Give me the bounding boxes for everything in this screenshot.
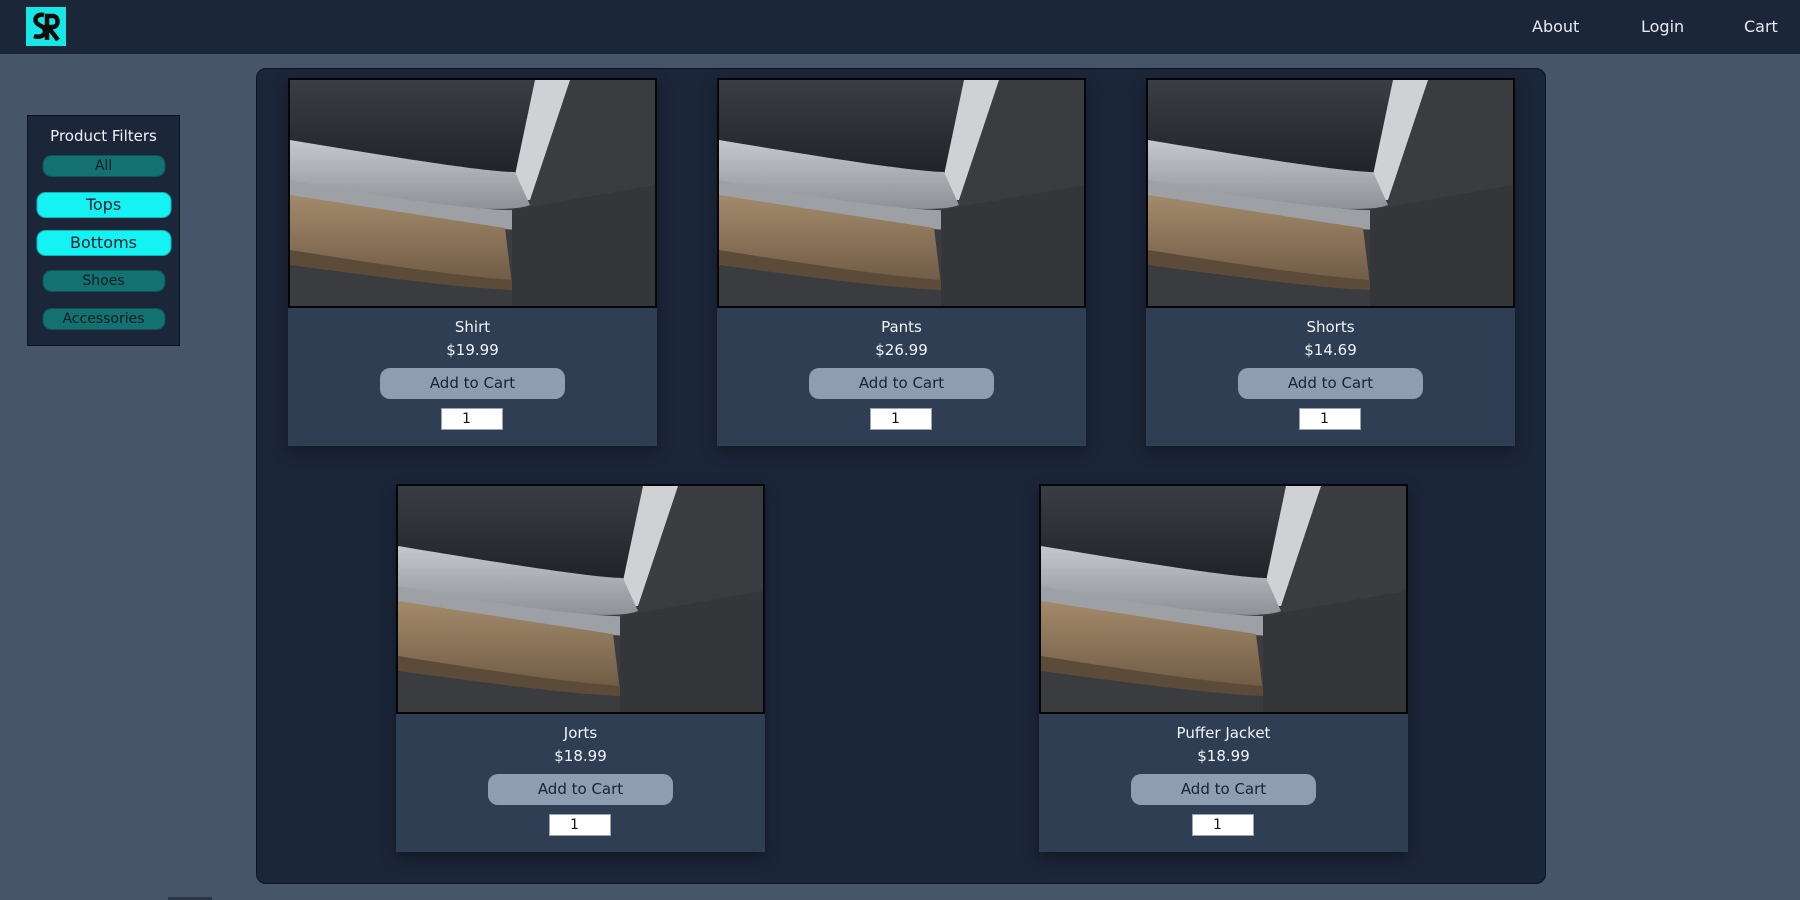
- product-card-body: Puffer Jacket $18.99 Add to Cart: [1039, 714, 1408, 852]
- quantity-input[interactable]: [549, 814, 611, 836]
- quantity-input[interactable]: [1192, 814, 1254, 836]
- product-card-body: Shorts $14.69 Add to Cart: [1146, 308, 1515, 446]
- product-image: [1146, 78, 1515, 308]
- product-image: [288, 78, 657, 308]
- product-name: Jorts: [563, 724, 598, 742]
- product-image: [396, 484, 765, 714]
- filter-shoes-button[interactable]: Shoes: [42, 270, 165, 292]
- filter-tops-button[interactable]: Tops: [36, 192, 171, 218]
- product-card: Puffer Jacket $18.99 Add to Cart: [1039, 484, 1408, 852]
- add-to-cart-button[interactable]: Add to Cart: [488, 774, 673, 805]
- product-name: Shirt: [454, 318, 491, 336]
- nav-login-link[interactable]: Login: [1641, 17, 1684, 36]
- add-to-cart-button[interactable]: Add to Cart: [1238, 368, 1423, 399]
- top-navbar: About Login Cart: [0, 0, 1800, 54]
- filter-bottoms-button[interactable]: Bottoms: [36, 230, 171, 256]
- product-price: $18.99: [1197, 747, 1250, 765]
- product-card: Pants $26.99 Add to Cart: [717, 78, 1086, 446]
- nav-cart-link[interactable]: Cart: [1744, 17, 1778, 36]
- filter-all-button[interactable]: All: [42, 155, 165, 177]
- nav-about-link[interactable]: About: [1532, 17, 1579, 36]
- quantity-input[interactable]: [441, 408, 503, 430]
- product-name: Puffer Jacket: [1176, 724, 1271, 742]
- product-card-body: Jorts $18.99 Add to Cart: [396, 714, 765, 852]
- product-price: $18.99: [554, 747, 607, 765]
- product-image: [1039, 484, 1408, 714]
- add-to-cart-button[interactable]: Add to Cart: [1131, 774, 1316, 805]
- add-to-cart-button[interactable]: Add to Cart: [380, 368, 565, 399]
- product-name: Pants: [881, 318, 922, 336]
- logo-icon: [33, 12, 60, 41]
- quantity-input[interactable]: [1299, 408, 1361, 430]
- product-filters-title: Product Filters: [50, 127, 157, 145]
- product-price: $14.69: [1304, 341, 1357, 359]
- product-card-body: Pants $26.99 Add to Cart: [717, 308, 1086, 446]
- product-card: Shorts $14.69 Add to Cart: [1146, 78, 1515, 446]
- product-card: Shirt $19.99 Add to Cart: [288, 78, 657, 446]
- product-name: Shorts: [1306, 318, 1355, 336]
- filter-accessories-button[interactable]: Accessories: [42, 308, 165, 330]
- product-card-body: Shirt $19.99 Add to Cart: [288, 308, 657, 446]
- quantity-input[interactable]: [870, 408, 932, 430]
- product-card: Jorts $18.99 Add to Cart: [396, 484, 765, 852]
- sr-monogram-logo[interactable]: [26, 7, 66, 46]
- product-price: $19.99: [446, 341, 499, 359]
- product-grid: Shirt $19.99 Add to Cart Pants $26.99 Ad…: [256, 68, 1546, 884]
- product-filters-panel: Product Filters All Tops Bottoms Shoes A…: [27, 115, 180, 346]
- product-price: $26.99: [875, 341, 928, 359]
- product-image: [717, 78, 1086, 308]
- add-to-cart-button[interactable]: Add to Cart: [809, 368, 994, 399]
